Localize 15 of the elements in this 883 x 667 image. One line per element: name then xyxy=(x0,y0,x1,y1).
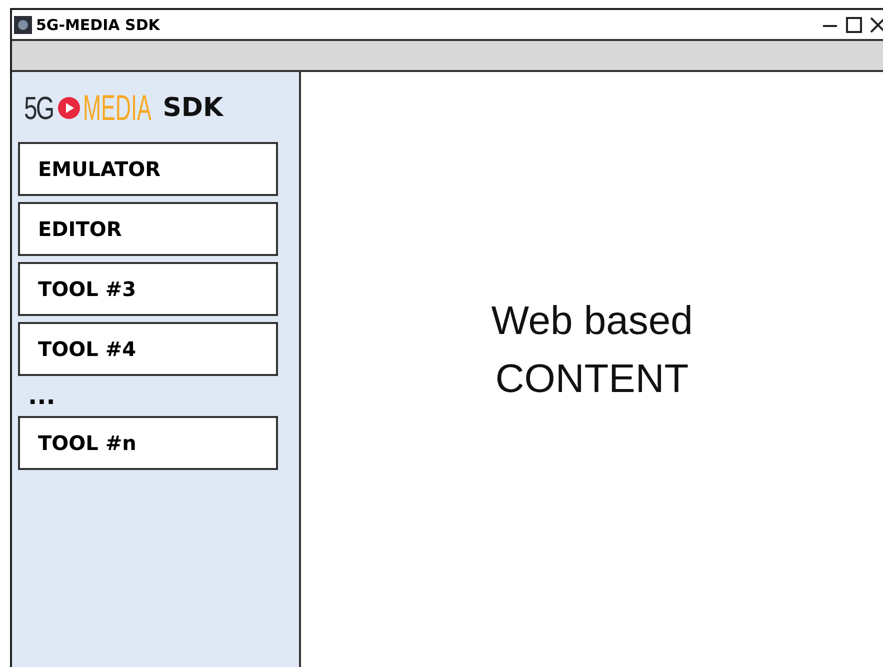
tool-button[interactable]: TOOL #4 xyxy=(18,322,278,376)
tool-button[interactable]: TOOL #n xyxy=(18,416,278,470)
tool-button[interactable]: TOOL #3 xyxy=(18,262,278,316)
content-text: CONTENT xyxy=(495,356,689,402)
content-text: Web based xyxy=(491,298,693,344)
play-icon xyxy=(56,96,81,120)
window-title: 5G-MEDIA SDK xyxy=(36,16,162,34)
logo-text: 5G xyxy=(24,90,54,126)
logo-text: SDK xyxy=(162,93,224,123)
tool-button[interactable]: EDITOR xyxy=(18,202,278,256)
close-icon[interactable] xyxy=(869,16,883,34)
maximize-icon[interactable] xyxy=(845,16,863,34)
tool-button[interactable]: EMULATOR xyxy=(18,142,278,196)
ellipsis-text: ... xyxy=(27,381,56,412)
logo-text: MEDIA xyxy=(82,87,152,129)
